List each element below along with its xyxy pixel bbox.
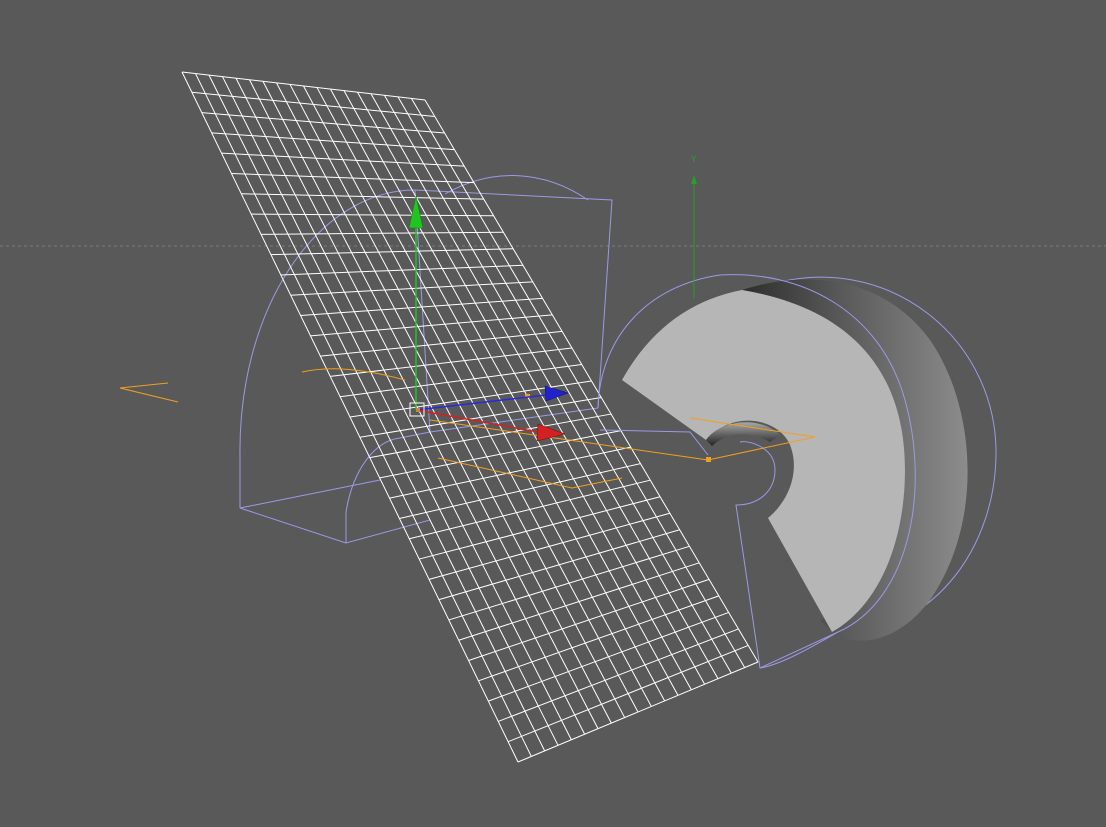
grid-line (201, 112, 445, 134)
pacman-disc[interactable] (597, 274, 997, 669)
scene-canvas[interactable]: Y (0, 0, 1106, 827)
y-axis-label: Y (690, 155, 697, 165)
grid-line (290, 281, 533, 296)
grid-line (458, 562, 700, 641)
grid-line (507, 645, 749, 743)
grid-line (438, 529, 680, 601)
grid-line (211, 132, 455, 151)
grid-line (428, 512, 670, 580)
grid-line (221, 152, 465, 167)
grid-line (359, 397, 602, 438)
grid-line (389, 446, 631, 499)
quarter-cylinder-bounds[interactable] (239, 175, 613, 544)
grid-line (270, 248, 514, 256)
grid-plane[interactable] (181, 71, 759, 763)
grid-line (181, 71, 426, 101)
grid-line (349, 380, 592, 418)
grid-line (379, 430, 621, 479)
grid-line (369, 413, 612, 459)
object-y-axis: Y (690, 155, 697, 298)
grid-line (498, 628, 739, 722)
3d-viewport[interactable]: Y (0, 0, 1106, 827)
grid-line (448, 545, 690, 621)
grid-line (241, 193, 484, 200)
gizmo-z-arrow-handle[interactable] (544, 385, 569, 402)
spline-point[interactable] (706, 457, 711, 462)
grid-line (231, 172, 474, 184)
